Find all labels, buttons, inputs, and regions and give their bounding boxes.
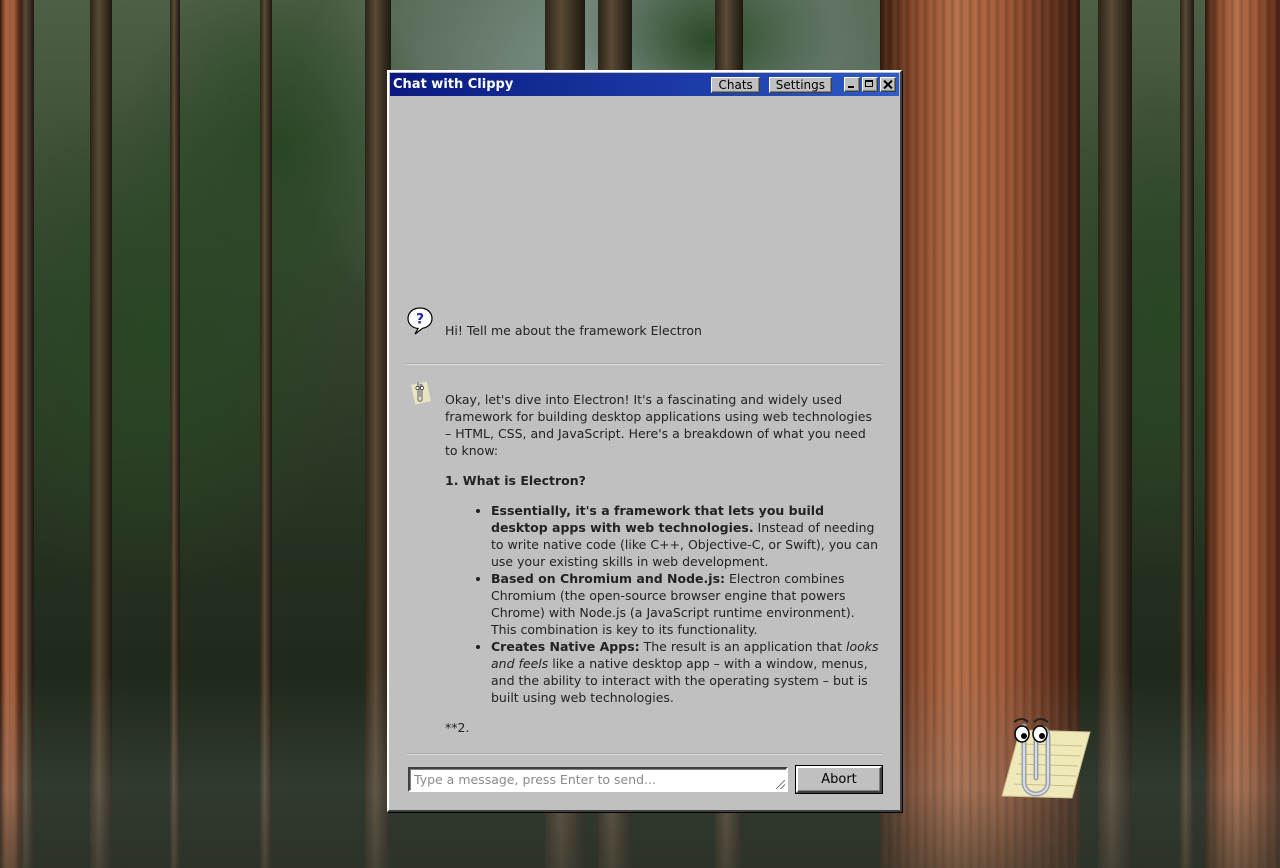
chat-window: Chat with Clippy Chats Settings ? Hi! Te… [387,70,902,812]
message-input[interactable] [410,769,786,790]
assistant-intro: Okay, let's dive into Electron! It's a f… [445,392,873,458]
user-message: ? Hi! Tell me about the framework Electr… [407,307,881,339]
user-message-text: Hi! Tell me about the framework Electron [445,323,702,338]
assistant-bullet-list: Essentially, it's a framework that lets … [445,502,881,706]
question-bubble-icon: ? [407,307,433,335]
chat-history[interactable]: ? Hi! Tell me about the framework Electr… [390,97,899,752]
resize-grip-icon[interactable] [776,780,785,789]
title-bar[interactable]: Chat with Clippy Chats Settings [390,73,899,96]
assistant-message: Okay, let's dive into Electron! It's a f… [407,379,881,749]
minimize-icon[interactable] [844,77,860,92]
bullet-text: like a native desktop app – with a windo… [491,656,868,705]
bullet-item: Essentially, it's a framework that lets … [491,502,881,570]
clippy-assistant-icon[interactable] [980,706,1092,806]
abort-button[interactable]: Abort [796,766,882,793]
clippy-icon [411,381,431,405]
window-title: Chat with Clippy [393,77,514,92]
close-icon[interactable] [880,77,896,92]
message-divider [407,363,881,365]
bullet-text: The result is an application that [639,639,846,654]
bullet-item: Based on Chromium and Node.js: Electron … [491,570,881,638]
bullet-bold-text: Based on Chromium and Node.js: [491,571,726,586]
bullet-item: Creates Native Apps: The result is an ap… [491,638,881,706]
svg-text:?: ? [416,312,424,328]
chats-button[interactable]: Chats [711,76,760,93]
assistant-message-text: Okay, let's dive into Electron! It's a f… [445,379,881,736]
message-input-box[interactable] [408,767,788,792]
settings-button[interactable]: Settings [768,76,832,93]
maximize-icon[interactable] [862,77,878,92]
input-divider [407,753,882,755]
assistant-heading: 1. What is Electron? [445,473,586,488]
assistant-trailing-text: **2. [445,720,470,735]
bullet-bold-text: Creates Native Apps: [491,639,640,654]
